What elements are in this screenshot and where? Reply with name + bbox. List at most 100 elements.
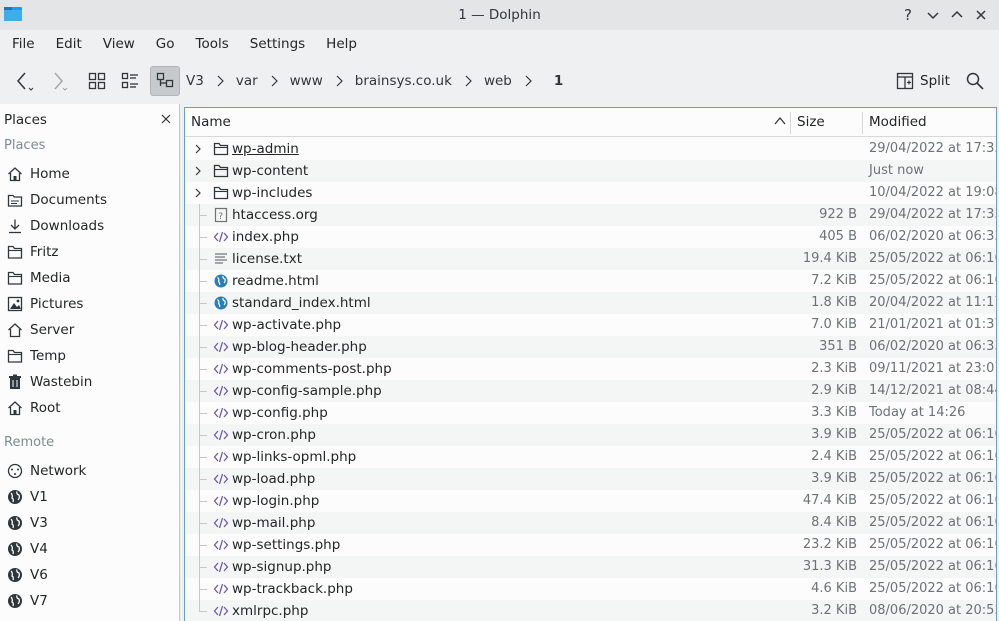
places-item-v1[interactable]: V1 — [0, 484, 179, 510]
table-row[interactable]: wp-config.php 3.3 KiB Today at 14:26 — [185, 402, 996, 424]
places-item-v7[interactable]: V7 — [0, 588, 179, 614]
table-row[interactable]: wp-settings.php 23.2 KiB 25/05/2022 at 06:… — [185, 534, 996, 556]
breadcrumb-v3[interactable]: V3 — [184, 73, 206, 89]
menu-edit[interactable]: Edit — [50, 30, 88, 58]
details-view-button[interactable] — [150, 66, 180, 96]
folder-icon — [213, 141, 229, 157]
table-row[interactable]: wp-content Just now — [185, 160, 996, 182]
menu-go[interactable]: Go — [150, 30, 181, 58]
tree-branch — [199, 369, 207, 370]
sort-ascending-icon[interactable] — [774, 116, 786, 126]
file-size: 7.2 KiB — [811, 273, 857, 288]
breadcrumb-www[interactable]: www — [288, 73, 325, 89]
places-item-server[interactable]: Server — [0, 317, 179, 343]
table-row[interactable]: wp-cron.php 3.9 KiB 25/05/2022 at 06:16 — [185, 424, 996, 446]
table-row[interactable]: wp-load.php 3.9 KiB 25/05/2022 at 06:16 — [185, 468, 996, 490]
code-file-icon — [213, 537, 229, 553]
table-row[interactable]: index.php 405 B 06/02/2020 at 06:33 — [185, 226, 996, 248]
search-button[interactable] — [963, 66, 987, 96]
menu-tools[interactable]: Tools — [190, 30, 235, 58]
table-row[interactable]: wp-activate.php 7.0 KiB 21/01/2021 at 01:3… — [185, 314, 996, 336]
server-icon — [6, 321, 24, 339]
file-size: 19.4 KiB — [802, 251, 857, 266]
table-row[interactable]: wp-comments-post.php 2.3 KiB 09/11/2021 at… — [185, 358, 996, 380]
compact-view-button[interactable] — [115, 66, 145, 96]
breadcrumb-current[interactable]: 1 — [552, 73, 565, 89]
table-row[interactable]: wp-admin 29/04/2022 at 17:35 — [185, 138, 996, 160]
menu-file[interactable]: File — [6, 30, 41, 58]
file-modified: 06/02/2020 at 06:33 — [869, 229, 997, 244]
file-name: wp-cron.php — [232, 427, 316, 443]
file-size: 922 B — [819, 207, 857, 222]
places-item-downloads[interactable]: Downloads — [0, 213, 179, 239]
places-item-media[interactable]: Media — [0, 265, 179, 291]
places-item-network[interactable]: Network — [0, 458, 179, 484]
expand-chevron-icon[interactable] — [193, 160, 207, 182]
file-name: wp-links-opml.php — [232, 449, 357, 465]
table-row[interactable]: readme.html 7.2 KiB 25/05/2022 at 06:16 — [185, 270, 996, 292]
breadcrumb-domain[interactable]: brainsys.co.uk — [353, 73, 454, 89]
maximize-icon[interactable] — [947, 5, 967, 25]
file-list: wp-admin 29/04/2022 at 17:35 wp-content Jus… — [185, 138, 996, 621]
breadcrumb-var[interactable]: var — [234, 73, 260, 89]
places-item-home[interactable]: Home — [0, 161, 179, 187]
table-row[interactable]: standard_index.html 1.8 KiB 20/04/2022 at … — [185, 292, 996, 314]
file-modified: 25/05/2022 at 06:16 — [869, 471, 997, 486]
table-row[interactable]: wp-links-opml.php 2.4 KiB 25/05/2022 at 06… — [185, 446, 996, 468]
back-button[interactable] — [8, 66, 38, 96]
table-row[interactable]: ? htaccess.org 922 B 29/04/2022 at 17:35 — [185, 204, 996, 226]
home-icon — [6, 165, 24, 183]
table-row[interactable]: wp-includes 10/04/2022 at 19:08 — [185, 182, 996, 204]
table-row[interactable]: wp-config-sample.php 2.9 KiB 14/12/2021 at… — [185, 380, 996, 402]
close-icon[interactable] — [971, 5, 991, 25]
tree-branch — [199, 281, 207, 282]
file-name: readme.html — [232, 273, 319, 289]
icons-view-button[interactable] — [82, 66, 112, 96]
places-item-documents[interactable]: Documents — [0, 187, 179, 213]
table-row[interactable]: wp-login.php 47.4 KiB 25/05/2022 at 06:16 — [185, 490, 996, 512]
forward-button[interactable] — [42, 66, 72, 96]
places-item-fritz[interactable]: Fritz — [0, 239, 179, 265]
places-item-v3[interactable]: V3 — [0, 510, 179, 536]
folder-icon — [213, 163, 229, 179]
file-size: 4.6 KiB — [811, 581, 857, 596]
places-item-temp[interactable]: Temp — [0, 343, 179, 369]
places-item-pictures[interactable]: Pictures — [0, 291, 179, 317]
tree-branch — [199, 237, 207, 238]
column-modified[interactable]: Modified — [863, 108, 927, 137]
forward-arrow-icon — [54, 72, 68, 91]
minimize-icon[interactable] — [923, 5, 943, 25]
split-button[interactable]: Split — [896, 66, 950, 96]
places-item-v6[interactable]: V6 — [0, 562, 179, 588]
file-modified: 14/12/2021 at 08:44 — [869, 383, 997, 398]
expand-chevron-icon[interactable] — [193, 182, 207, 204]
table-row[interactable]: wp-trackback.php 4.6 KiB 25/05/2022 at 06:… — [185, 578, 996, 600]
menu-help[interactable]: Help — [320, 30, 363, 58]
table-row[interactable]: license.txt 19.4 KiB 25/05/2022 at 06:16 — [185, 248, 996, 270]
close-panel-icon[interactable] — [160, 113, 172, 125]
code-file-icon — [213, 581, 229, 597]
file-modified: 09/11/2021 at 23:07 — [869, 361, 997, 376]
column-name[interactable]: Name — [185, 108, 231, 137]
file-name: wp-content — [232, 163, 309, 179]
places-item-wastebin[interactable]: Wastebin — [0, 369, 179, 395]
file-modified: Today at 14:26 — [869, 405, 966, 420]
breadcrumb-web[interactable]: web — [482, 73, 514, 89]
expand-chevron-icon[interactable] — [193, 138, 207, 160]
tree-branch — [199, 611, 207, 612]
table-row[interactable]: xmlrpc.php 3.2 KiB 08/06/2020 at 20:55 — [185, 600, 996, 621]
menu-view[interactable]: View — [97, 30, 141, 58]
menu-settings[interactable]: Settings — [244, 30, 311, 58]
places-item-root[interactable]: Root — [0, 395, 179, 421]
table-row[interactable]: wp-blog-header.php 351 B 06/02/2020 at 06:… — [185, 336, 996, 358]
places-item-label: Temp — [30, 348, 66, 364]
code-file-icon — [213, 405, 229, 421]
column-size[interactable]: Size — [791, 108, 825, 137]
file-size: 3.3 KiB — [811, 405, 857, 420]
file-view[interactable]: Name Size Modified wp-admin 29/04/2022 at… — [184, 107, 997, 621]
places-item-v4[interactable]: V4 — [0, 536, 179, 562]
table-row[interactable]: wp-mail.php 8.4 KiB 25/05/2022 at 06:16 — [185, 512, 996, 534]
help-icon[interactable]: ? — [899, 5, 919, 25]
code-file-icon — [213, 427, 229, 443]
table-row[interactable]: wp-signup.php 31.3 KiB 25/05/2022 at 06:16 — [185, 556, 996, 578]
